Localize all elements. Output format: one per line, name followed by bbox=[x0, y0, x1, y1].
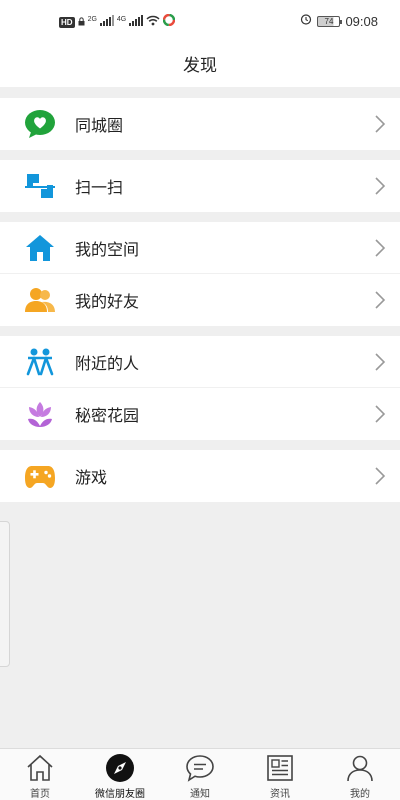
menu-group: 游戏 bbox=[0, 450, 400, 502]
tab-label: 微信朋友圈 bbox=[95, 789, 145, 800]
menu-item-games[interactable]: 游戏 bbox=[0, 450, 400, 502]
menu-item-my-space[interactable]: 我的空间 bbox=[0, 222, 400, 274]
menu-item-label: 附近的人 bbox=[75, 353, 140, 373]
menu-item-my-friends[interactable]: 我的好友 bbox=[0, 274, 400, 326]
app-notification-icon bbox=[163, 13, 176, 31]
menu-item-label: 扫一扫 bbox=[75, 178, 124, 197]
chevron-right-icon bbox=[374, 238, 386, 258]
side-drawer-handle[interactable] bbox=[0, 521, 10, 667]
menu-item-secret-garden[interactable]: 秘密花园 bbox=[0, 388, 400, 440]
page-title: 发现 bbox=[183, 56, 217, 76]
chevron-right-icon bbox=[374, 114, 386, 134]
hd-badge: HD bbox=[59, 16, 75, 28]
chevron-right-icon bbox=[374, 290, 386, 310]
chevron-right-icon bbox=[374, 466, 386, 486]
menu-group: 附近的人 秘密花园 bbox=[0, 336, 400, 440]
menu-group: 我的空间 我的好友 bbox=[0, 222, 400, 326]
menu-item-label: 我的空间 bbox=[75, 239, 140, 259]
page-header: 发现 bbox=[0, 40, 400, 87]
menu-item-nearby-people[interactable]: 附近的人 bbox=[0, 336, 400, 388]
lotus-icon bbox=[24, 399, 56, 429]
nearby-people-icon bbox=[24, 347, 56, 377]
wifi-icon bbox=[146, 13, 160, 31]
chat-bubble-icon bbox=[185, 753, 215, 783]
home-icon bbox=[24, 233, 56, 263]
compass-icon bbox=[105, 753, 135, 783]
signal-icon bbox=[99, 13, 114, 31]
lock-icon bbox=[78, 13, 85, 31]
chevron-right-icon bbox=[374, 352, 386, 372]
tab-label: 通知 bbox=[190, 789, 210, 800]
tab-label: 资讯 bbox=[270, 789, 290, 800]
home-outline-icon bbox=[25, 753, 55, 783]
menu-item-city-circle[interactable]: 同城圈 bbox=[0, 98, 400, 150]
status-time: 09:08 bbox=[345, 13, 378, 29]
tab-profile[interactable]: 我的 bbox=[320, 749, 400, 800]
status-right: 74 09:08 bbox=[300, 12, 378, 30]
tab-news[interactable]: 资讯 bbox=[240, 749, 320, 800]
menu-item-scan[interactable]: 扫一扫 bbox=[0, 160, 400, 212]
menu-item-label: 秘密花园 bbox=[75, 406, 140, 425]
chevron-right-icon bbox=[374, 404, 386, 424]
menu-item-label: 同城圈 bbox=[75, 116, 124, 135]
tab-home[interactable]: 首页 bbox=[0, 749, 80, 800]
heart-chat-icon bbox=[24, 109, 56, 139]
person-icon bbox=[345, 753, 375, 783]
app-screen: HD 2G 4G 74 09:08 发现 同城圈 扫一扫 我的空间 我的好友 附… bbox=[0, 0, 400, 800]
chevron-right-icon bbox=[374, 176, 386, 196]
status-bar: HD 2G 4G 74 09:08 bbox=[0, 0, 400, 40]
friends-icon bbox=[24, 285, 56, 315]
news-icon bbox=[265, 753, 295, 783]
tab-notifications[interactable]: 通知 bbox=[160, 749, 240, 800]
scan-icon bbox=[24, 171, 56, 201]
menu-item-label: 我的好友 bbox=[75, 292, 140, 311]
network-type-2: 4G bbox=[116, 15, 127, 23]
alarm-icon bbox=[300, 12, 312, 30]
menu-item-label: 游戏 bbox=[75, 468, 108, 487]
menu-group: 扫一扫 bbox=[0, 160, 400, 212]
signal-icon bbox=[129, 13, 144, 31]
bottom-tab-bar: 首页 微信朋友圈 通知 资讯 我的 bbox=[0, 748, 400, 800]
menu-group: 同城圈 bbox=[0, 98, 400, 150]
tab-moments[interactable]: 微信朋友圈 bbox=[80, 749, 160, 800]
network-type-1: 2G bbox=[87, 15, 97, 23]
status-left: HD 2G 4G bbox=[59, 13, 176, 31]
gamepad-icon bbox=[24, 461, 56, 491]
tab-label: 首页 bbox=[30, 789, 50, 800]
tab-label: 我的 bbox=[350, 789, 370, 800]
battery-indicator: 74 bbox=[317, 15, 343, 27]
